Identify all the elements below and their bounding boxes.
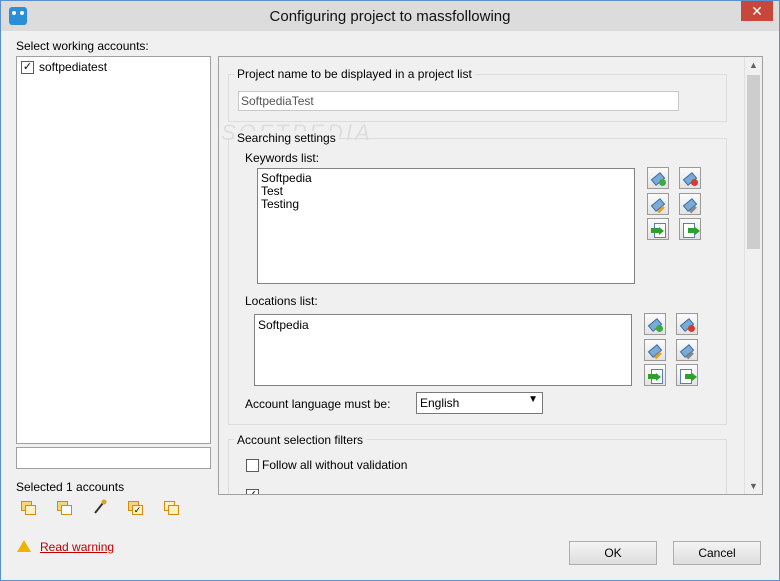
- import-keywords-button[interactable]: [647, 218, 669, 240]
- follow-all-checkbox[interactable]: [246, 459, 259, 472]
- check-selected-icon[interactable]: ✓: [128, 501, 143, 515]
- edit-keyword-button[interactable]: [647, 193, 669, 215]
- magic-wand-icon[interactable]: [93, 499, 107, 514]
- account-name: softpediatest: [39, 60, 108, 74]
- scroll-thumb[interactable]: [747, 75, 760, 249]
- searching-settings-title: Searching settings: [234, 131, 339, 145]
- edit-location-button[interactable]: [644, 339, 666, 361]
- scroll-up-arrow-icon[interactable]: ▲: [745, 60, 762, 70]
- delete-keyword-button[interactable]: [679, 167, 701, 189]
- keywords-label: Keywords list:: [245, 151, 320, 165]
- list-item[interactable]: Softpedia: [258, 318, 309, 332]
- list-item[interactable]: Testing: [261, 197, 299, 211]
- export-locations-button[interactable]: [676, 364, 698, 386]
- list-item[interactable]: Softpedia: [261, 171, 312, 185]
- scroll-down-arrow-icon[interactable]: ▼: [745, 481, 762, 491]
- accounts-label: Select working accounts:: [16, 39, 149, 53]
- keywords-list[interactable]: Softpedia Test Testing: [257, 168, 635, 284]
- list-item[interactable]: Test: [261, 184, 283, 198]
- language-label: Account language must be:: [245, 397, 391, 411]
- accounts-list[interactable]: ✓ softpediatest: [16, 56, 211, 444]
- read-warning-link[interactable]: Read warning: [40, 540, 114, 554]
- rename-location-button[interactable]: [676, 339, 698, 361]
- check-unselected-icon[interactable]: [164, 501, 179, 515]
- account-filter-input[interactable]: [16, 447, 211, 469]
- title-bar: Configuring project to massfollowing ✕: [1, 1, 779, 31]
- account-filters-title: Account selection filters: [234, 433, 367, 447]
- rename-keyword-button[interactable]: [679, 193, 701, 215]
- settings-panel[interactable]: SOFTPEDIA Project name to be displayed i…: [218, 56, 763, 495]
- dialog-window: Configuring project to massfollowing ✕ S…: [0, 0, 780, 581]
- project-name-label: Project name to be displayed in a projec…: [234, 67, 475, 81]
- add-location-button[interactable]: [644, 313, 666, 335]
- ok-button[interactable]: OK: [569, 541, 657, 565]
- panel-scrollbar[interactable]: ▲ ▼: [744, 57, 762, 494]
- follow-all-label: Follow all without validation: [262, 458, 408, 472]
- chevron-down-icon: ▼: [528, 394, 538, 405]
- language-select[interactable]: English ▼: [416, 392, 543, 414]
- import-locations-button[interactable]: [644, 364, 666, 386]
- warning-icon: [17, 540, 31, 552]
- add-keyword-button[interactable]: [647, 167, 669, 189]
- deselect-all-icon[interactable]: [57, 501, 72, 515]
- partial-filter-checkbox[interactable]: ✓: [246, 489, 259, 494]
- window-title: Configuring project to massfollowing: [269, 8, 511, 25]
- selected-count: Selected 1 accounts: [16, 480, 125, 494]
- delete-location-button[interactable]: [676, 313, 698, 335]
- locations-list[interactable]: Softpedia: [254, 314, 632, 386]
- account-checkbox[interactable]: ✓: [21, 61, 34, 74]
- cancel-button[interactable]: Cancel: [673, 541, 761, 565]
- select-all-icon[interactable]: [21, 501, 36, 515]
- locations-label: Locations list:: [245, 294, 318, 308]
- project-name-input[interactable]: SoftpediaTest: [238, 91, 679, 111]
- language-value: English: [420, 396, 460, 410]
- close-button[interactable]: ✕: [741, 1, 773, 21]
- export-keywords-button[interactable]: [679, 218, 701, 240]
